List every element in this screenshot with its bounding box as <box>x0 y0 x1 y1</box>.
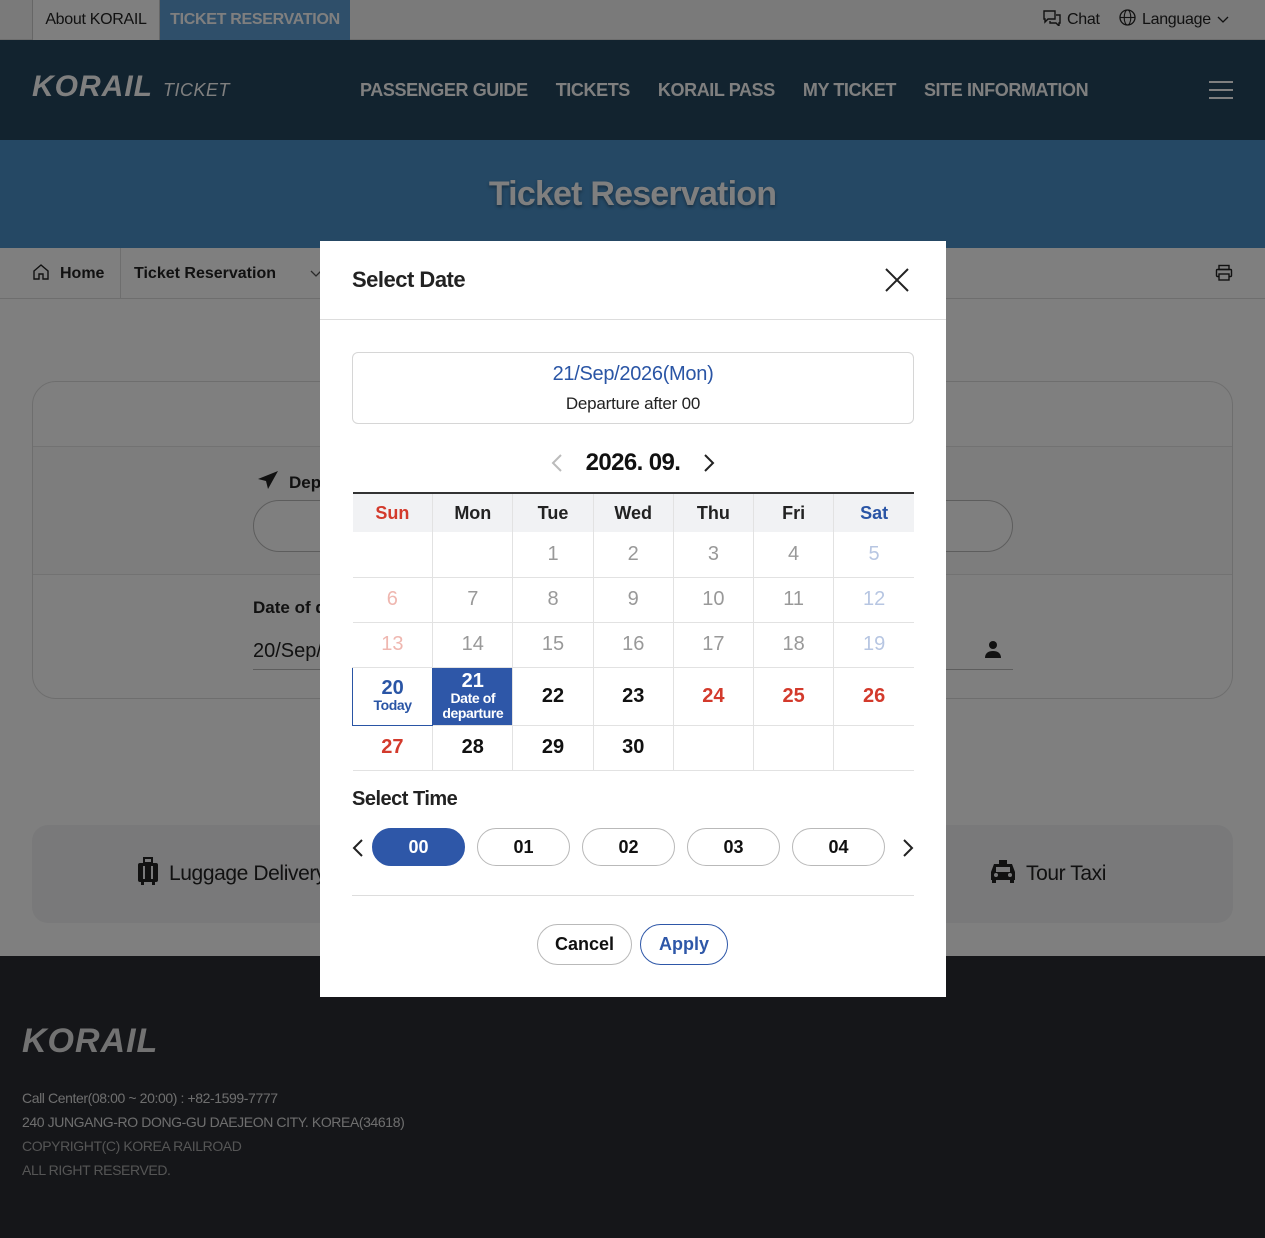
apply-button[interactable]: Apply <box>640 924 728 965</box>
weekday-fri: Fri <box>753 492 834 532</box>
calendar-day-disabled: 16 <box>592 622 674 668</box>
chevron-right-icon <box>704 454 715 472</box>
prev-time-button[interactable] <box>347 837 369 859</box>
calendar-grid: Sun Mon Tue Wed Thu Fri Sat 1 2 3 4 5 6 <box>351 492 914 771</box>
calendar-day-disabled: 7 <box>432 577 513 623</box>
calendar-day[interactable]: 23 <box>592 667 674 726</box>
calendar-day-disabled: 8 <box>512 577 594 623</box>
chevron-left-icon <box>551 454 562 472</box>
calendar-day[interactable]: 28 <box>432 725 513 771</box>
calendar-day-disabled: 11 <box>753 577 834 623</box>
calendar-day-disabled: 10 <box>672 577 754 623</box>
calendar-day[interactable]: 30 <box>592 725 674 771</box>
calendar-day-selected[interactable]: 21 Date of departure <box>432 667 513 726</box>
divider <box>352 895 914 896</box>
current-month: 2026. 09. <box>585 449 681 476</box>
month-navigator: 2026. 09. <box>320 447 946 479</box>
prev-month-button[interactable] <box>546 452 568 474</box>
calendar-day-holiday[interactable]: 25 <box>753 667 834 726</box>
day-number: 20 <box>381 677 404 700</box>
time-option-00[interactable]: 00 <box>372 828 465 866</box>
time-option-01[interactable]: 01 <box>477 828 570 866</box>
calendar-day[interactable]: 22 <box>512 667 594 726</box>
calendar-day-disabled: 14 <box>432 622 513 668</box>
selected-summary: 21/Sep/2026(Mon) Departure after 00 <box>352 352 914 424</box>
time-option-04[interactable]: 04 <box>792 828 885 866</box>
calendar-day-sunday[interactable]: 27 <box>352 725 433 771</box>
calendar-day-disabled: 3 <box>672 532 754 578</box>
close-icon[interactable] <box>884 267 910 293</box>
calendar-day-empty <box>833 725 914 771</box>
weekday-wed: Wed <box>592 492 674 532</box>
calendar-day-disabled: 19 <box>833 622 914 668</box>
calendar-day-disabled: 6 <box>352 577 433 623</box>
weekday-sun: Sun <box>352 492 433 532</box>
chevron-left-icon <box>352 839 363 857</box>
weekday-sat: Sat <box>833 492 914 532</box>
calendar-day-disabled: 13 <box>352 622 433 668</box>
calendar-day-disabled: 17 <box>672 622 754 668</box>
calendar-day-holiday[interactable]: 24 <box>672 667 754 726</box>
calendar-day-today[interactable]: 20 Today <box>351 666 434 726</box>
weekday-mon: Mon <box>432 492 513 532</box>
selected-date-text: 21/Sep/2026(Mon) <box>552 363 714 385</box>
day-number: 21 <box>461 669 484 692</box>
calendar-day-disabled: 2 <box>592 532 674 578</box>
modal-title: Select Date <box>352 267 466 292</box>
calendar-day-disabled: 12 <box>833 577 914 623</box>
calendar-day-disabled: 4 <box>753 532 834 578</box>
weekday-thu: Thu <box>672 492 754 532</box>
chevron-right-icon <box>903 839 914 857</box>
select-time-title: Select Time <box>352 788 458 810</box>
calendar-day-empty <box>672 725 754 771</box>
calendar-day-empty <box>753 725 834 771</box>
select-date-modal: Select Date 21/Sep/2026(Mon) Departure a… <box>320 241 946 997</box>
time-selector: 00 01 02 03 04 <box>320 828 946 868</box>
time-option-03[interactable]: 03 <box>687 828 780 866</box>
date-of-departure-label: Date of departure <box>442 689 504 721</box>
modal-header: Select Date <box>320 241 946 320</box>
calendar-day-holiday[interactable]: 26 <box>833 667 914 726</box>
selected-time-text: Departure after 00 <box>565 394 701 413</box>
cancel-button[interactable]: Cancel <box>537 924 632 965</box>
next-time-button[interactable] <box>897 837 919 859</box>
calendar-day-disabled: 9 <box>592 577 674 623</box>
calendar-day-empty <box>352 532 433 578</box>
time-option-02[interactable]: 02 <box>582 828 675 866</box>
calendar-day-disabled: 1 <box>512 532 594 578</box>
calendar-day[interactable]: 29 <box>512 725 594 771</box>
calendar-day-disabled: 5 <box>833 532 914 578</box>
calendar-day-disabled: 15 <box>512 622 594 668</box>
today-label: Today <box>373 697 413 714</box>
next-month-button[interactable] <box>698 452 720 474</box>
weekday-tue: Tue <box>512 492 594 532</box>
calendar-day-empty <box>432 532 513 578</box>
calendar-day-disabled: 18 <box>753 622 834 668</box>
